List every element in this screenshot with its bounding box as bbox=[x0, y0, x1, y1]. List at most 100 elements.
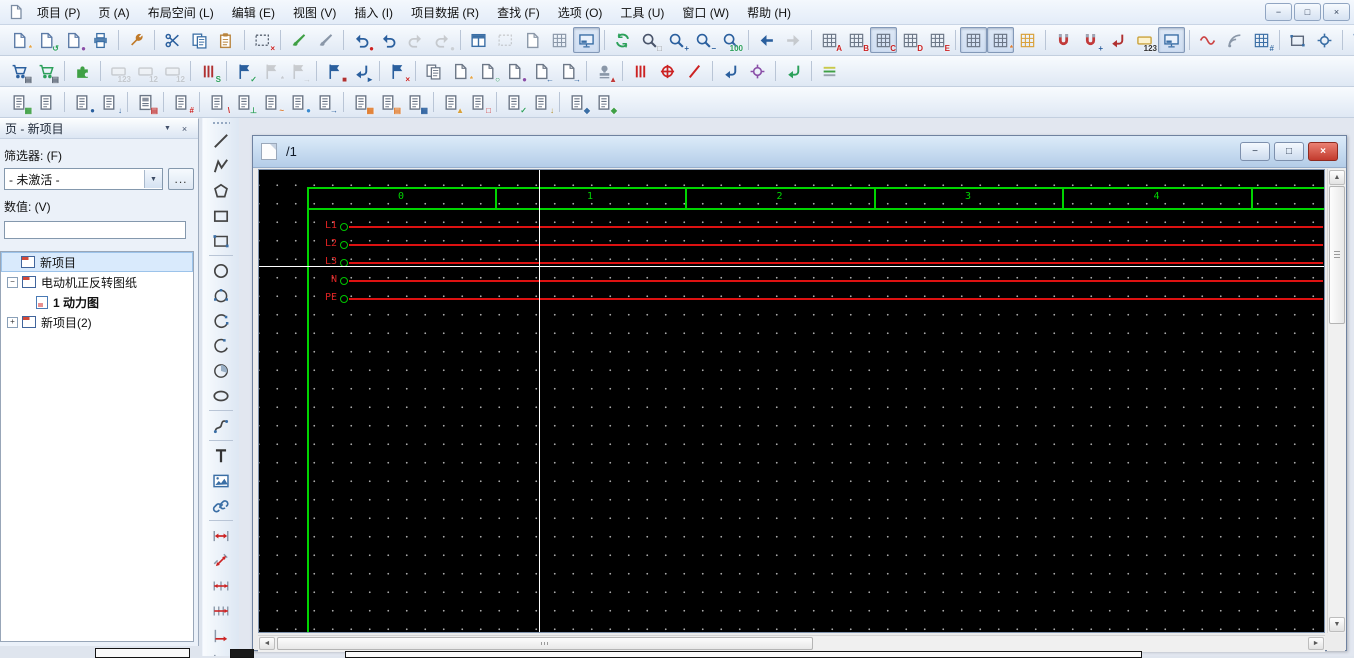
tool-hyperlink-icon[interactable] bbox=[206, 493, 236, 518]
filter-browse-button[interactable]: ... bbox=[168, 168, 194, 190]
device-key-icon[interactable]: ● bbox=[69, 89, 96, 115]
copy-icon[interactable] bbox=[186, 27, 213, 53]
scroll-down-button[interactable]: ▼ bbox=[1329, 617, 1345, 632]
menu-item-2[interactable]: 布局空间 (L) bbox=[139, 1, 223, 24]
previous-page-icon[interactable]: ← bbox=[528, 58, 555, 84]
page-tree-icon[interactable]: ▤ bbox=[33, 58, 60, 84]
tool-polyline-icon[interactable] bbox=[206, 153, 236, 178]
tool-dimension-continued-icon[interactable] bbox=[206, 573, 236, 598]
redraw-icon[interactable] bbox=[609, 27, 636, 53]
menu-item-1[interactable]: 页 (A) bbox=[89, 1, 138, 24]
scroll-up-button[interactable]: ▲ bbox=[1329, 170, 1345, 185]
tool-image-icon[interactable] bbox=[206, 468, 236, 493]
3d-layout-icon[interactable]: ◆ bbox=[564, 89, 591, 115]
panel-close-icon[interactable]: × bbox=[176, 121, 193, 137]
page-protect-icon[interactable]: ● bbox=[501, 58, 528, 84]
tool-rectangle-2-icon[interactable] bbox=[206, 228, 236, 253]
parts-selection-icon[interactable] bbox=[1347, 27, 1354, 53]
check-project-icon[interactable]: ✓ bbox=[231, 58, 258, 84]
settings-wrench-icon[interactable] bbox=[123, 27, 150, 53]
redo-history-icon[interactable]: ● bbox=[429, 27, 456, 53]
scroll-left-button[interactable]: ◄ bbox=[259, 637, 275, 650]
page-properties-icon[interactable]: ○ bbox=[474, 58, 501, 84]
next-page-icon[interactable]: → bbox=[555, 58, 582, 84]
place-box-icon[interactable] bbox=[1284, 27, 1311, 53]
vertical-scrollbar[interactable]: ▲ ▼ bbox=[1327, 169, 1346, 633]
expand-structure-icon[interactable] bbox=[1311, 27, 1338, 53]
numeric-input-icon[interactable]: 123 bbox=[1131, 27, 1158, 53]
number-devices-icon[interactable]: 12 bbox=[132, 58, 159, 84]
device-navigator-icon[interactable]: ▦ bbox=[6, 89, 33, 115]
scroll-right-button[interactable]: ► bbox=[1308, 637, 1324, 650]
connection-list-icon[interactable]: \ bbox=[204, 89, 231, 115]
chevron-down-icon[interactable]: ▼ bbox=[144, 170, 162, 188]
grid-size-d-icon[interactable]: D bbox=[897, 27, 924, 53]
device-list-icon[interactable] bbox=[33, 89, 60, 115]
grid-size-a-icon[interactable]: A bbox=[816, 27, 843, 53]
delete-selection-icon[interactable]: × bbox=[249, 27, 276, 53]
menu-item-4[interactable]: 视图 (V) bbox=[284, 1, 345, 24]
zoom-out-icon[interactable]: − bbox=[690, 27, 717, 53]
tool-circle-icon[interactable] bbox=[206, 258, 236, 283]
bus-terminal-l2[interactable] bbox=[340, 241, 348, 249]
vertical-scrollbar-thumb[interactable] bbox=[1329, 186, 1345, 324]
3d-layout-space-icon[interactable]: ◆ bbox=[591, 89, 618, 115]
tool-polygon-icon[interactable] bbox=[206, 178, 236, 203]
grid-size-b-icon[interactable]: B bbox=[843, 27, 870, 53]
placeholder-list-icon[interactable]: □ bbox=[465, 89, 492, 115]
redo-icon[interactable] bbox=[402, 27, 429, 53]
horizontal-scrollbar[interactable]: ◄ ► bbox=[258, 635, 1325, 652]
undo-icon[interactable]: ● bbox=[348, 27, 375, 53]
value-input[interactable] bbox=[4, 221, 186, 239]
tool-sector-icon[interactable] bbox=[206, 358, 236, 383]
tool-circle-2-icon[interactable] bbox=[206, 283, 236, 308]
message-management-icon[interactable]: ■ bbox=[321, 58, 348, 84]
connection-branch-icon[interactable] bbox=[1104, 27, 1131, 53]
window-layout-icon[interactable] bbox=[492, 27, 519, 53]
enclosure-legend-icon[interactable]: ▤ bbox=[132, 89, 159, 115]
cable-diagram-icon[interactable]: ~ bbox=[258, 89, 285, 115]
tree-item-0[interactable]: 新项目 bbox=[1, 252, 193, 272]
window-close-button[interactable]: × bbox=[1323, 3, 1350, 21]
bus-terminal-l1[interactable] bbox=[340, 223, 348, 231]
insert-connections-icon[interactable] bbox=[627, 58, 654, 84]
update-connections-icon[interactable]: S bbox=[195, 58, 222, 84]
menu-item-3[interactable]: 编辑 (E) bbox=[223, 1, 284, 24]
tool-dimension-icon[interactable] bbox=[206, 523, 236, 548]
snap-coordinates-icon[interactable]: + bbox=[1077, 27, 1104, 53]
horizontal-scrollbar-thumb[interactable] bbox=[277, 637, 813, 650]
tool-rectangle-icon[interactable] bbox=[206, 203, 236, 228]
grid-size-e-icon[interactable]: E bbox=[924, 27, 951, 53]
schematic-canvas[interactable]: 01234L1L2L3NPE bbox=[258, 169, 1325, 633]
check-apply-icon[interactable]: → bbox=[285, 58, 312, 84]
assign-format-icon[interactable] bbox=[312, 27, 339, 53]
undo-history-icon[interactable] bbox=[375, 27, 402, 53]
form-view-icon[interactable] bbox=[519, 27, 546, 53]
bom-navigator-icon[interactable]: ▦ bbox=[348, 89, 375, 115]
tree-item-3[interactable]: +新项目(2) bbox=[1, 312, 193, 332]
menu-item-8[interactable]: 选项 (O) bbox=[549, 1, 612, 24]
bus-terminal-n[interactable] bbox=[340, 277, 348, 285]
window-restore-button[interactable]: □ bbox=[1294, 3, 1321, 21]
collapse-icon[interactable]: − bbox=[7, 277, 18, 288]
connection-navigator-icon[interactable]: → bbox=[312, 89, 339, 115]
tool-line-icon[interactable] bbox=[206, 128, 236, 153]
snap-points-icon[interactable]: # bbox=[1248, 27, 1275, 53]
tool-spline-icon[interactable] bbox=[206, 413, 236, 438]
tree-item-1[interactable]: −电动机正反转图纸 bbox=[1, 272, 193, 292]
object-snap-icon[interactable] bbox=[1050, 27, 1077, 53]
design-grid-icon[interactable] bbox=[1014, 27, 1041, 53]
new-project-icon[interactable]: * bbox=[6, 27, 33, 53]
menu-item-10[interactable]: 窗口 (W) bbox=[673, 1, 738, 24]
coordinate-input-icon[interactable] bbox=[1158, 27, 1185, 53]
bus-line-n[interactable] bbox=[349, 280, 1323, 282]
menu-item-0[interactable]: 项目 (P) bbox=[28, 1, 89, 24]
grid-view-icon[interactable] bbox=[546, 27, 573, 53]
open-project-icon[interactable]: ↺ bbox=[33, 27, 60, 53]
page-navigator-icon[interactable]: ▤ bbox=[6, 58, 33, 84]
expand-icon[interactable]: + bbox=[7, 317, 18, 328]
number-terminals-icon[interactable]: 12 bbox=[159, 58, 186, 84]
new-page-icon[interactable]: * bbox=[447, 58, 474, 84]
device-plug-icon[interactable]: ↓ bbox=[96, 89, 123, 115]
jump-connection-icon[interactable] bbox=[780, 58, 807, 84]
